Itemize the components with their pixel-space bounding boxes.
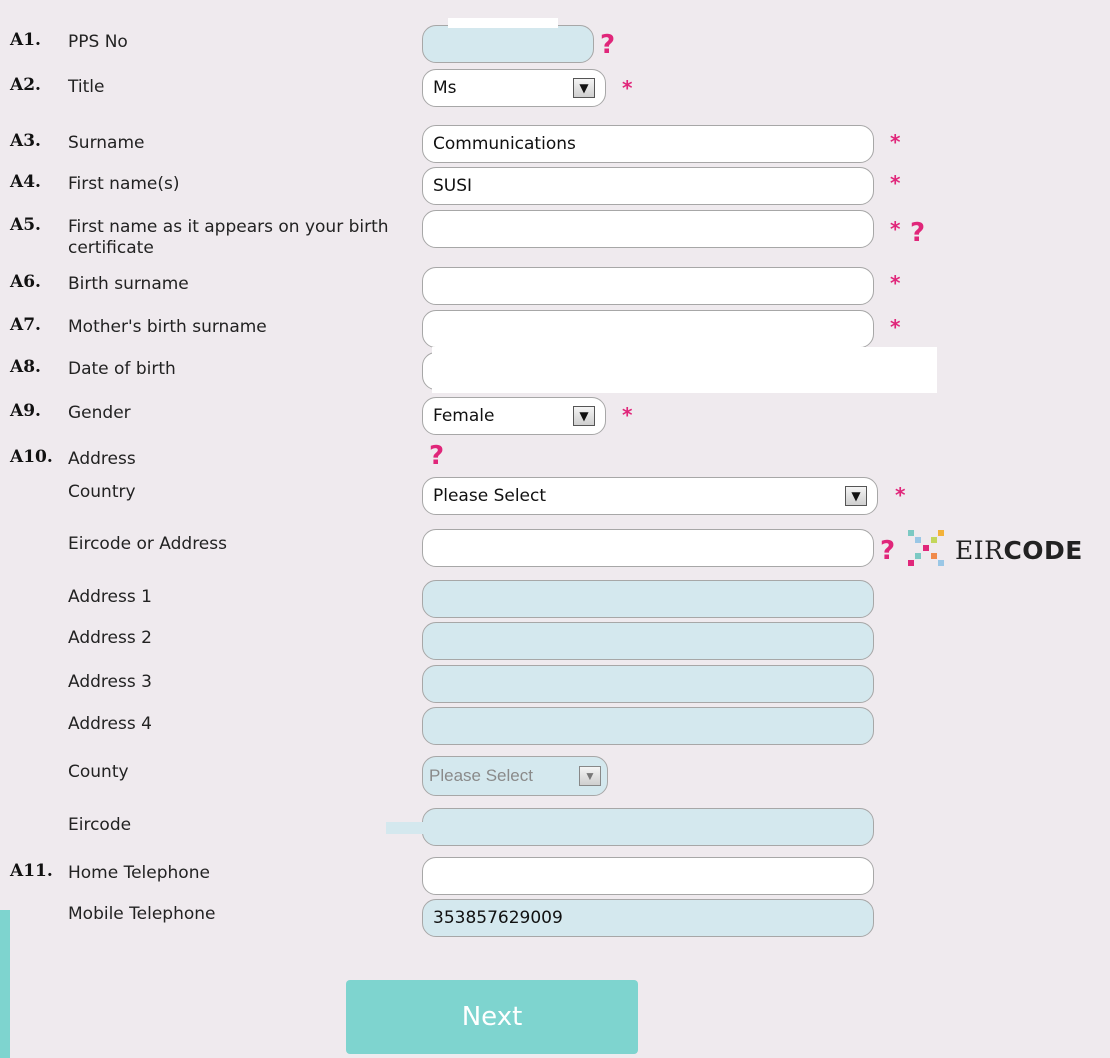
surname-input[interactable]: Communications [422, 125, 874, 163]
required-asterisk: * [890, 171, 901, 195]
label-gender: Gender [68, 403, 131, 423]
surname-value: Communications [433, 134, 576, 154]
required-asterisk: * [890, 271, 901, 295]
label-address-1: Address 1 [68, 587, 152, 607]
label-mobile-telephone: Mobile Telephone [68, 904, 216, 924]
first-name-input[interactable]: SUSI [422, 167, 874, 205]
chevron-down-icon: ▼ [573, 406, 595, 426]
label-pps-no: PPS No [68, 32, 128, 52]
address-4-input[interactable] [422, 707, 874, 745]
next-button-label: Next [461, 1002, 523, 1032]
row-number-a10: A10. [10, 447, 53, 467]
country-select-value: Please Select [433, 486, 547, 506]
birth-cert-name-input[interactable] [422, 210, 874, 248]
title-select-value: Ms [433, 78, 457, 98]
mobile-telephone-input[interactable]: 353857629009 [422, 899, 874, 937]
eircode-or-address-input[interactable] [422, 529, 874, 567]
home-telephone-input[interactable] [422, 857, 874, 895]
pps-help-icon[interactable]: ? [600, 32, 615, 58]
redaction-mask [448, 18, 558, 28]
label-birth-cert-name: First name as it appears on your birth c… [68, 217, 389, 258]
row-number-a4: A4. [10, 172, 41, 192]
eircode-logo-icon [908, 530, 944, 566]
label-date-of-birth: Date of birth [68, 359, 176, 379]
side-accent-bar [0, 910, 10, 1058]
row-number-a8: A8. [10, 357, 41, 377]
chevron-down-icon: ▼ [579, 766, 601, 786]
address-help-icon[interactable]: ? [429, 443, 444, 469]
row-number-a6: A6. [10, 272, 41, 292]
label-first-name: First name(s) [68, 174, 180, 194]
label-home-telephone: Home Telephone [68, 863, 210, 883]
address-2-input[interactable] [422, 622, 874, 660]
redaction-mask [432, 347, 937, 393]
required-asterisk: * [895, 483, 906, 507]
chevron-down-icon: ▼ [845, 486, 867, 506]
mother-surname-input[interactable] [422, 310, 874, 348]
country-select[interactable]: Please Select ▼ [422, 477, 878, 515]
label-address-2: Address 2 [68, 628, 152, 648]
row-number-a2: A2. [10, 75, 41, 95]
required-asterisk: * [622, 76, 633, 100]
label-address: Address [68, 449, 136, 469]
label-birth-surname: Birth surname [68, 274, 189, 294]
eircode-brand: EIRCODE [955, 536, 1083, 565]
required-asterisk: * [890, 217, 901, 241]
redaction-mask [386, 822, 426, 834]
birth-cert-name-help-icon[interactable]: ? [910, 220, 925, 246]
next-button[interactable]: Next [346, 980, 638, 1054]
county-select-value: Please Select [429, 766, 533, 785]
eircode-brand-suffix: CODE [1003, 536, 1083, 565]
county-select[interactable]: Please Select ▼ [422, 756, 608, 796]
row-number-a9: A9. [10, 401, 41, 421]
title-select[interactable]: Ms ▼ [422, 69, 606, 107]
label-eircode-or-address: Eircode or Address [68, 534, 227, 554]
row-number-a5: A5. [10, 215, 41, 235]
row-number-a1: A1. [10, 30, 41, 50]
row-number-a7: A7. [10, 315, 41, 335]
required-asterisk: * [890, 130, 901, 154]
label-title: Title [68, 77, 105, 97]
gender-select[interactable]: Female ▼ [422, 397, 606, 435]
label-county: County [68, 762, 129, 782]
required-asterisk: * [622, 403, 633, 427]
label-surname: Surname [68, 133, 145, 153]
label-address-3: Address 3 [68, 672, 152, 692]
label-address-4: Address 4 [68, 714, 152, 734]
birth-surname-input[interactable] [422, 267, 874, 305]
eircode-help-icon[interactable]: ? [880, 538, 895, 564]
gender-select-value: Female [433, 406, 495, 426]
chevron-down-icon: ▼ [573, 78, 595, 98]
label-country: Country [68, 482, 136, 502]
mobile-telephone-value: 353857629009 [433, 908, 563, 928]
pps-number-input[interactable] [422, 25, 594, 63]
row-number-a11: A11. [10, 861, 53, 881]
label-eircode: Eircode [68, 815, 132, 835]
address-3-input[interactable] [422, 665, 874, 703]
eircode-brand-prefix: EIR [955, 536, 1004, 565]
first-name-value: SUSI [433, 176, 473, 196]
row-number-a3: A3. [10, 131, 41, 151]
label-mother-surname: Mother's birth surname [68, 317, 267, 337]
address-1-input[interactable] [422, 580, 874, 618]
required-asterisk: * [890, 315, 901, 339]
eircode-input[interactable] [422, 808, 874, 846]
